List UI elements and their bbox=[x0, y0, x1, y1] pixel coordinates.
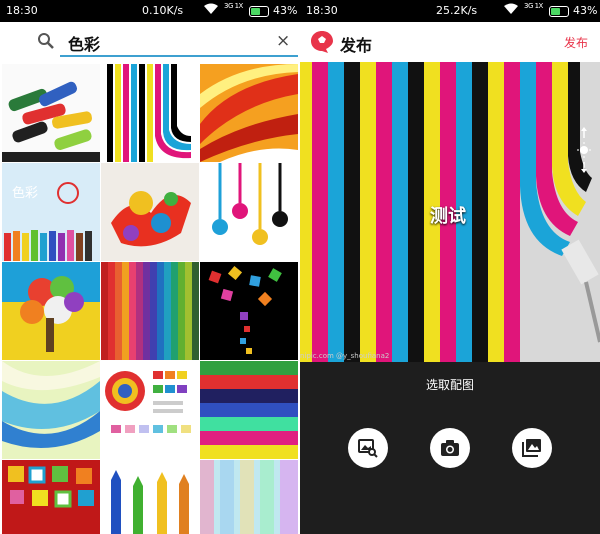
image-search-icon bbox=[358, 439, 378, 458]
image-result[interactable] bbox=[200, 262, 298, 360]
search-underline bbox=[60, 55, 298, 57]
image-result[interactable] bbox=[2, 361, 100, 459]
image-preview[interactable]: 测试 nipic.com @y_shoufiana2 bbox=[300, 62, 600, 362]
image-result[interactable] bbox=[2, 262, 100, 360]
image-results-grid: 色彩 bbox=[0, 62, 300, 534]
search-input[interactable]: 色彩 bbox=[68, 31, 100, 55]
search-image-button[interactable] bbox=[348, 428, 388, 468]
app-logo-icon bbox=[311, 31, 333, 53]
image-result[interactable] bbox=[2, 64, 100, 162]
gallery-button[interactable] bbox=[512, 428, 552, 468]
wifi-icon bbox=[204, 3, 218, 18]
image-result[interactable] bbox=[200, 460, 298, 534]
image-result[interactable] bbox=[200, 163, 298, 261]
camera-icon bbox=[441, 440, 459, 456]
image-result[interactable] bbox=[101, 163, 199, 261]
signal-icon: 3G 1X bbox=[224, 2, 243, 10]
image-result[interactable] bbox=[101, 64, 199, 162]
image-result[interactable] bbox=[101, 460, 199, 534]
status-bar: 18:30 0.10K/s 3G 1X 43% bbox=[0, 0, 300, 22]
thumb-caption: 色彩 bbox=[12, 185, 38, 201]
status-bar: 18:30 25.2K/s 3G 1X 43% bbox=[300, 0, 600, 22]
battery-icon bbox=[249, 6, 269, 17]
image-result[interactable] bbox=[2, 460, 100, 534]
signal-icon: 3G 1X bbox=[524, 2, 543, 10]
publish-screen: 18:30 25.2K/s 3G 1X 43% 发布 发布 测试 nipic.c… bbox=[300, 0, 600, 534]
status-time: 18:30 bbox=[6, 4, 38, 17]
image-result[interactable] bbox=[101, 361, 199, 459]
network-speed: 25.2K/s bbox=[436, 4, 478, 17]
publish-header: 发布 发布 bbox=[300, 22, 600, 62]
camera-button[interactable] bbox=[430, 428, 470, 468]
image-result[interactable] bbox=[200, 361, 298, 459]
page-title: 发布 bbox=[340, 36, 373, 55]
battery-percent: 43% bbox=[573, 4, 598, 17]
image-picker: 选取配图 bbox=[300, 362, 600, 534]
image-result[interactable] bbox=[101, 262, 199, 360]
publish-button[interactable]: 发布 bbox=[564, 34, 588, 51]
search-bar: 色彩 × bbox=[0, 22, 300, 62]
watermark: nipic.com @y_shoufiana2 bbox=[300, 352, 390, 360]
picker-title: 选取配图 bbox=[425, 378, 474, 392]
image-result[interactable]: 色彩 bbox=[2, 163, 100, 261]
gallery-icon bbox=[522, 439, 541, 457]
wifi-icon bbox=[504, 3, 518, 18]
image-result[interactable] bbox=[200, 64, 298, 162]
battery-percent: 43% bbox=[273, 4, 298, 17]
brightness-icon[interactable] bbox=[576, 126, 592, 174]
battery-icon bbox=[549, 6, 569, 17]
clear-icon[interactable]: × bbox=[276, 31, 290, 51]
image-search-screen: 18:30 0.10K/s 3G 1X 43% 色彩 × 色彩 bbox=[0, 0, 300, 534]
overlay-text[interactable]: 测试 bbox=[430, 202, 466, 228]
status-time: 18:30 bbox=[306, 4, 338, 17]
network-speed: 0.10K/s bbox=[142, 4, 184, 17]
search-icon[interactable] bbox=[37, 32, 55, 50]
